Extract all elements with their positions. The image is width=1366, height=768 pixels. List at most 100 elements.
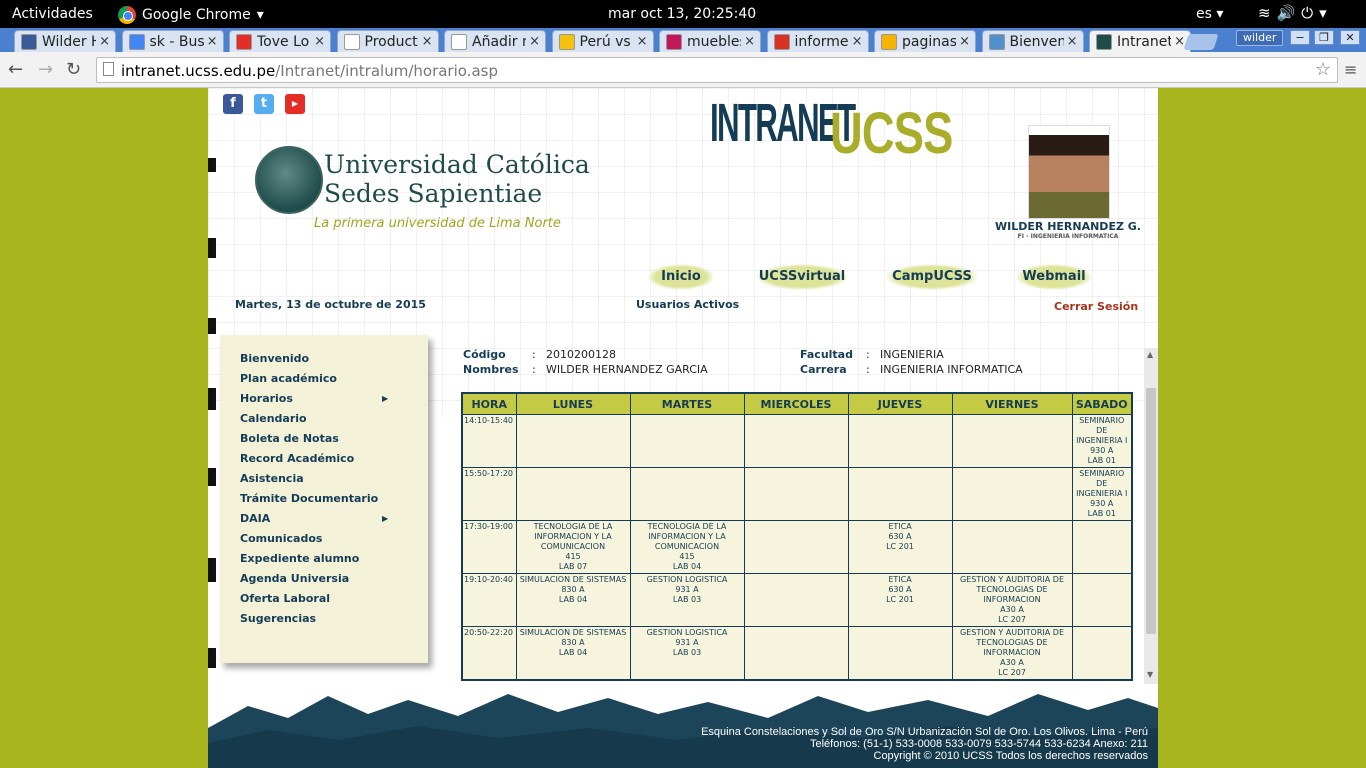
reload-icon[interactable]: ↻ (66, 59, 81, 80)
sidebar-item[interactable]: DAIA ▶ (240, 512, 390, 532)
sidebar-item[interactable]: Boleta de Notas (240, 432, 390, 452)
sidebar-item[interactable]: Trámite Documentario (240, 492, 390, 512)
tab[interactable]: Bienven × (981, 30, 1084, 52)
tab[interactable]: sk - Bus × (121, 30, 224, 52)
youtube-icon[interactable]: ▶ (285, 94, 305, 114)
tab-label: informe (794, 33, 849, 50)
activities-button[interactable]: Actividades (12, 6, 93, 22)
class-cell: GESTION Y AUDITORIA DE TECNOLOGIAS DE IN… (951, 573, 1073, 627)
gmail-icon (773, 33, 790, 50)
scroll-thumb[interactable] (1146, 388, 1156, 634)
logout-link[interactable]: Cerrar Sesión (1054, 300, 1138, 313)
chrome-menu-icon[interactable]: ≡ (1344, 60, 1357, 79)
class-line: LAB 01 (1087, 509, 1116, 518)
tab[interactable]: Añadir n × (444, 30, 546, 52)
tab[interactable]: Wilder H × (14, 30, 116, 52)
close-tab-icon[interactable]: × (314, 34, 330, 49)
page-scrollbar[interactable]: ▲ ▼ (1144, 348, 1158, 684)
sidebar-item[interactable]: Oferta Laboral (240, 592, 390, 612)
back-arrow-icon[interactable]: ← (8, 59, 23, 80)
class-cell: SEMINARIO DE INGENIERIA I 930 A LAB 01 (1071, 414, 1133, 468)
app-menu[interactable]: Google Chrome ▾ (118, 6, 264, 24)
nav-campucss[interactable]: CampUCSS (886, 264, 978, 290)
sidebar-item[interactable]: Agenda Universia (240, 572, 390, 592)
minimize-button[interactable]: − (1290, 30, 1310, 45)
class-line: LAB 04 (558, 648, 588, 657)
tab-label: muebles (687, 33, 742, 50)
facultad-label: Facultad (800, 348, 853, 361)
tab[interactable]: informe × (766, 30, 869, 52)
language-indicator[interactable]: es ▾ (1196, 6, 1223, 22)
close-tab-icon[interactable]: × (207, 34, 223, 49)
sidebar-item[interactable]: Comunicados (240, 532, 390, 552)
sidebar-item-label: Boleta de Notas (240, 432, 339, 445)
new-tab-button[interactable] (1183, 34, 1219, 50)
close-tab-icon[interactable]: × (744, 34, 760, 49)
chevron-down-icon: ▾ (1319, 4, 1333, 22)
nav-ucssvirtual[interactable]: UCSSvirtual (756, 264, 848, 290)
tab-label: Tove Lo (257, 33, 310, 50)
site-icon (558, 33, 575, 50)
class-line: TECNOLOGIA DE LA INFORMACION Y LA COMUNI… (533, 522, 613, 551)
sidebar-item-label: Trámite Documentario (240, 492, 379, 505)
class-line: SEMINARIO DE INGENIERIA I (1076, 469, 1128, 498)
clock[interactable]: mar oct 13, 20:25:40 (608, 6, 756, 22)
class-cell: GESTION LOGISTICA 931 A LAB 03 (629, 573, 745, 627)
nombres-label: Nombres (463, 363, 519, 376)
class-line: 930 A (1090, 499, 1114, 508)
class-cell (515, 467, 631, 521)
tab[interactable]: paginas × (874, 30, 976, 52)
class-cell: SEMINARIO DE INGENIERIA I 930 A LAB 01 (1071, 467, 1133, 521)
os-top-bar: Actividades Google Chrome ▾ mar oct 13, … (0, 0, 1366, 28)
sidebar-item-label: Oferta Laboral (240, 592, 331, 605)
scroll-up-icon[interactable]: ▲ (1147, 350, 1153, 359)
restore-button[interactable]: ❐ (1314, 30, 1334, 45)
class-line: 630 A (888, 585, 912, 594)
web-page: f t ▶ INTRANET UCSS Universidad Católica … (208, 88, 1158, 768)
sidebar-item[interactable]: Asistencia (240, 472, 390, 492)
class-line: GESTION Y AUDITORIA DE TECNOLOGIAS DE IN… (959, 575, 1064, 604)
sidebar-item[interactable]: Bienvenido (240, 352, 390, 372)
nav-webmail[interactable]: Webmail (1016, 264, 1092, 290)
profile-button[interactable]: wilder (1236, 30, 1284, 46)
intranet-logo: INTRANET UCSS (710, 93, 953, 166)
column-header: SABADO (1071, 392, 1133, 415)
active-users-link[interactable]: Usuarios Activos (636, 298, 739, 311)
close-tab-icon[interactable]: × (529, 34, 545, 49)
sidebar-item[interactable]: Plan académico (240, 372, 390, 392)
sidebar-item[interactable]: Sugerencias (240, 612, 390, 632)
class-line: A30 A (1000, 658, 1024, 667)
close-tab-icon[interactable]: × (1067, 34, 1083, 49)
time-cell: 14:10-15:40 (461, 414, 517, 468)
system-tray[interactable]: ≋🔊⏻▾ (1258, 4, 1333, 22)
tab[interactable]: Tove Lo × (229, 30, 331, 52)
close-tab-icon[interactable]: × (99, 34, 115, 49)
close-window-button[interactable]: ✕ (1340, 30, 1360, 45)
column-header: JUEVES (847, 392, 953, 415)
tab[interactable]: Perú vs × (551, 30, 654, 52)
close-tab-icon[interactable]: × (637, 34, 653, 49)
tab[interactable]: Intranet × (1089, 30, 1191, 52)
class-line: LAB 07 (558, 562, 588, 571)
twitter-icon[interactable]: t (254, 94, 274, 114)
close-tab-icon[interactable]: × (422, 34, 438, 49)
class-line: 415 (679, 552, 695, 561)
close-tab-icon[interactable]: × (959, 34, 975, 49)
sidebar-item[interactable]: Horarios ▶ (240, 392, 390, 412)
scroll-down-icon[interactable]: ▼ (1147, 670, 1153, 679)
facebook-icon[interactable]: f (223, 94, 243, 114)
bookmark-star-icon[interactable]: ☆ (1315, 59, 1331, 80)
time-cell: 17:30-19:00 (461, 520, 517, 574)
sidebar-item-label: Calendario (240, 412, 307, 425)
class-line: A30 A (1000, 605, 1024, 614)
tab[interactable]: Product × (336, 30, 439, 52)
column-header: MARTES (629, 392, 745, 415)
sidebar-item[interactable]: Record Académico (240, 452, 390, 472)
forward-arrow-icon[interactable]: → (38, 59, 53, 80)
sidebar-item[interactable]: Expediente alumno (240, 552, 390, 572)
tab[interactable]: muebles × (659, 30, 761, 52)
address-bar[interactable]: intranet.ucss.edu.pe/Intranet/intralum/h… (96, 57, 1338, 83)
nav-inicio[interactable]: Inicio (648, 264, 714, 290)
close-tab-icon[interactable]: × (852, 34, 868, 49)
sidebar-item[interactable]: Calendario (240, 412, 390, 432)
